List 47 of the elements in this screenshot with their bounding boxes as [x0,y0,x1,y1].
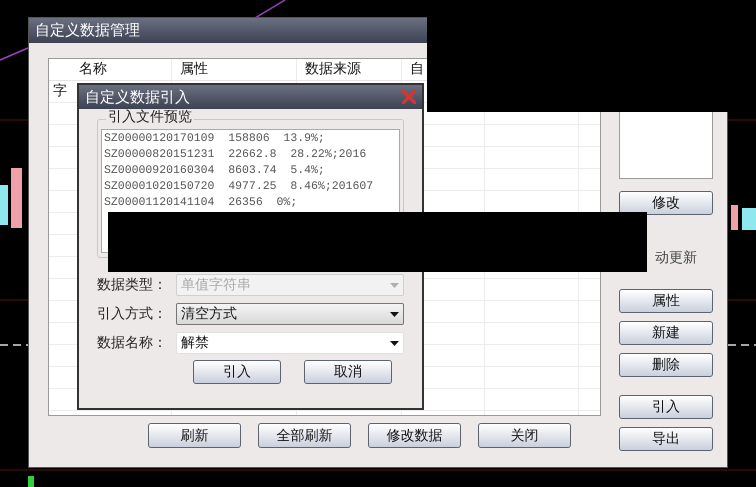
dialog-button[interactable]: 关闭 [478,423,571,448]
caret-icon [390,340,399,346]
dropdown-field[interactable]: 清空方式 [176,303,404,325]
column-header: 自 [410,60,424,79]
field-label: 引入方式： [97,304,168,324]
dialog-button[interactable]: 引入 [193,360,281,384]
group-label: 引入文件预览 [106,110,194,124]
side-button[interactable]: 引入 [619,395,713,419]
candle [0,185,8,225]
field-label: 数据名称： [97,334,168,352]
field-value: 单值字符串 [180,276,251,294]
dialog-button[interactable]: 刷新 [148,423,241,448]
column-header: 名称 [79,60,107,79]
window-title: 自定义数据管理 [35,20,140,42]
preview-line: SZ00001020150720 4977.25 8.46%;201607 [104,179,374,195]
candle [11,168,22,228]
trend-line [0,47,28,61]
dialog-button[interactable]: 修改数据 [368,423,461,448]
close-icon[interactable] [402,90,416,104]
side-button[interactable]: 导出 [619,427,713,451]
preview-line: SZ00000820151231 22662.8 28.22%;2016 [104,147,368,163]
combo-field[interactable]: 解禁 [176,332,404,354]
dialog-title: 自定义数据引入 [85,86,190,108]
dialog-button[interactable]: 全部刷新 [258,423,351,448]
side-button[interactable]: 新建 [619,321,713,345]
preview-line: SZ00000920160304 8603.74 5.4%; [104,163,326,179]
trend-line [254,0,286,19]
volume-bar [28,476,34,487]
dialog-button[interactable]: 取消 [304,360,392,384]
candle [742,208,756,230]
auto-update-label: 动更新 [654,249,698,268]
column-header: 属性 [180,60,208,79]
field-label: 数据类型： [97,276,168,294]
field-value: 清空方式 [180,304,237,324]
caret-icon [390,282,399,288]
side-button[interactable]: 删除 [619,353,713,377]
candle [731,205,738,230]
table-cell-text: 字 [53,82,67,101]
column-header: 数据来源 [305,60,361,79]
preview-line: SZ00000120170109 158806 13.9%; [104,131,326,147]
caret-icon [390,312,399,316]
preview-line: SZ00001120141104 26356 0%; [104,195,298,211]
dashed-line [0,344,28,346]
side-button[interactable]: 属性 [619,289,713,313]
dashed-line [728,344,756,346]
edit-button[interactable]: 修改 [619,191,713,215]
field-value: 解禁 [180,334,209,352]
